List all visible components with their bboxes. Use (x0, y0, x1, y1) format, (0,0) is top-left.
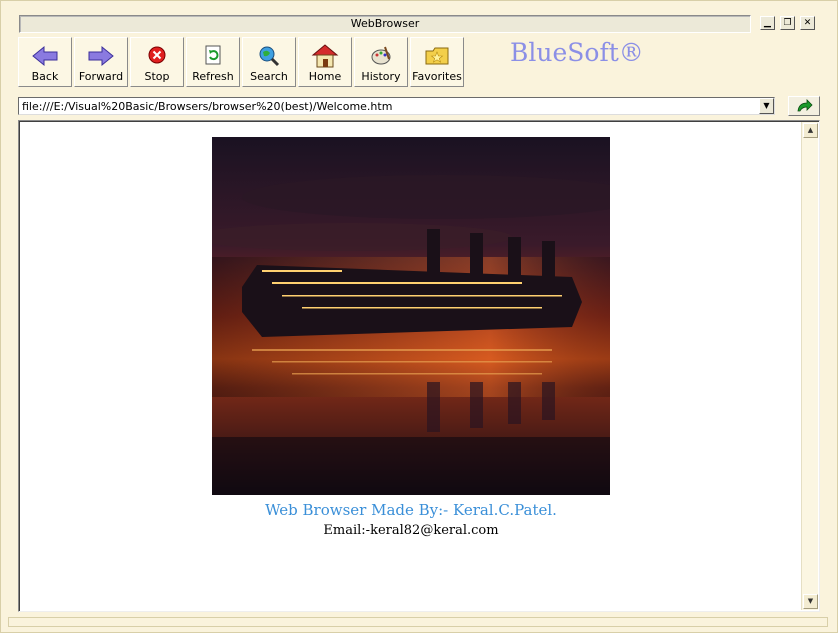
vertical-scrollbar[interactable]: ▲ ▼ (801, 122, 818, 610)
scroll-up-button[interactable]: ▲ (803, 123, 818, 138)
stop-button[interactable]: Stop (130, 37, 184, 87)
author-credit: Web Browser Made By:- Keral.C.Patel. (265, 501, 557, 519)
maximize-button[interactable]: ❐ (780, 16, 795, 30)
close-button[interactable]: ✕ (800, 16, 815, 30)
refresh-label: Refresh (192, 70, 234, 83)
history-icon (371, 46, 391, 65)
back-label: Back (31, 70, 59, 83)
go-arrow-icon (797, 99, 813, 112)
status-strip (8, 617, 828, 627)
search-label: Search (250, 70, 288, 83)
brand-logo: BlueSoft® (510, 38, 644, 67)
title-bar[interactable]: WebBrowser (19, 15, 751, 33)
stop-icon (148, 46, 166, 64)
refresh-button[interactable]: Refresh (186, 37, 240, 87)
forward-button[interactable]: Forward (74, 37, 128, 87)
forward-label: Forward (78, 70, 124, 83)
stop-label: Stop (144, 70, 170, 83)
ship-sunset-image (212, 137, 610, 495)
home-label: Home (308, 70, 342, 83)
forward-arrow-icon (88, 45, 114, 67)
home-icon (311, 44, 339, 68)
web-content-area[interactable]: Web Browser Made By:- Keral.C.Patel. Ema… (18, 120, 820, 612)
go-button[interactable] (788, 96, 820, 116)
back-arrow-icon (32, 45, 58, 67)
history-label: History (361, 70, 401, 83)
scroll-down-button[interactable]: ▼ (803, 594, 818, 609)
author-email: Email:-keral82@keral.com (323, 523, 499, 538)
favorites-folder-icon (425, 47, 449, 65)
history-button[interactable]: History (354, 37, 408, 87)
search-globe-icon (259, 46, 280, 67)
favorites-label: Favorites (412, 70, 462, 83)
search-button[interactable]: Search (242, 37, 296, 87)
favorites-button[interactable]: Favorites (410, 37, 464, 87)
window-title: WebBrowser (350, 17, 420, 30)
back-button[interactable]: Back (18, 37, 72, 87)
address-bar[interactable]: file:///E:/Visual%20Basic/Browsers/brows… (18, 97, 775, 115)
address-url[interactable]: file:///E:/Visual%20Basic/Browsers/brows… (22, 100, 392, 113)
home-button[interactable]: Home (298, 37, 352, 87)
address-dropdown-button[interactable]: ▼ (759, 98, 774, 114)
minimize-button[interactable]: ▁ (760, 16, 775, 30)
refresh-icon (205, 45, 221, 65)
